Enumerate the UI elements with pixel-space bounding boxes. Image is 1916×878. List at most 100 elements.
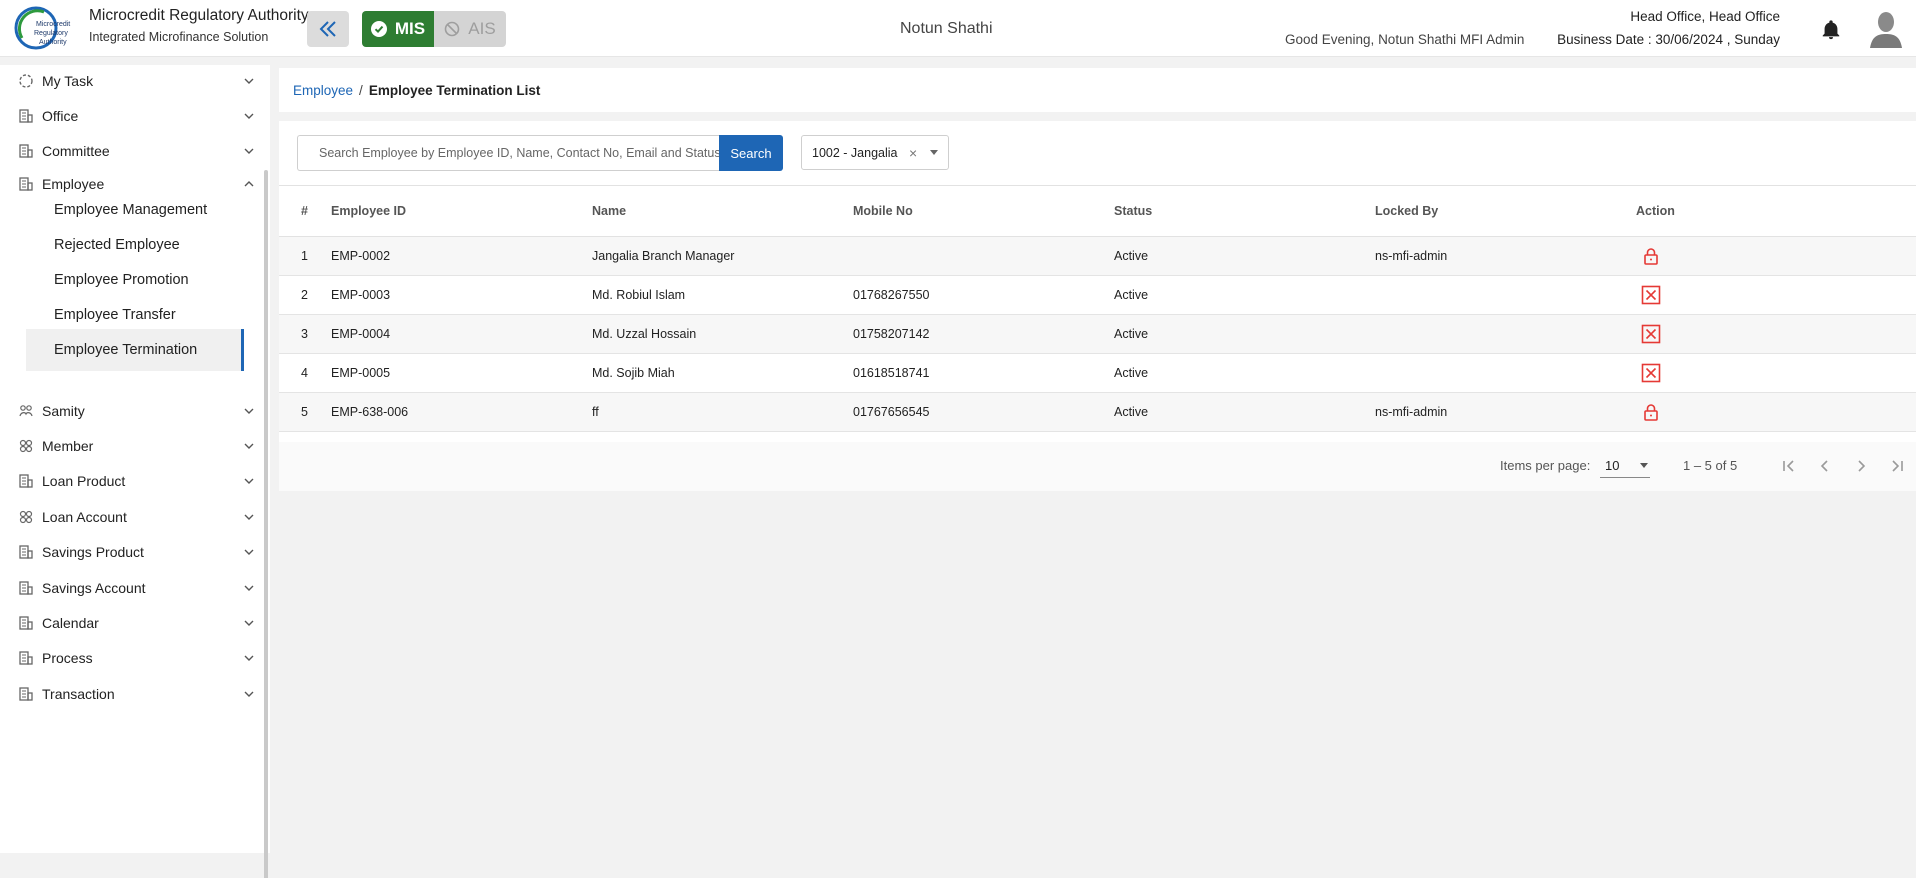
sidebar-scrollbar[interactable]	[264, 170, 268, 878]
check-circle-icon	[370, 21, 387, 37]
sidebar-item-member[interactable]: Member	[0, 429, 262, 463]
chevron-right-icon	[1858, 460, 1866, 472]
termination-list-card: Search 1002 - Jangalia × # Employee ID N…	[279, 121, 1916, 491]
column-header-locked-by: Locked By	[1375, 185, 1636, 237]
loan-product-icon	[19, 474, 33, 488]
business-date: Business Date : 30/06/2024 , Sunday	[1557, 32, 1780, 47]
sidebar-subitem-label: Employee Management	[54, 202, 208, 218]
table-row: 3 EMP-0004 Md. Uzzal Hossain 01758207142 Act…	[279, 314, 1916, 354]
table-row: 2 EMP-0003 Md. Robiul Islam 01768267550 Acti…	[279, 275, 1916, 315]
chevron-down-icon	[244, 478, 254, 484]
table-row: 4 EMP-0005 Md. Sojib Miah 01618518741 Active	[279, 353, 1916, 393]
branch-select[interactable]: 1002 - Jangalia ×	[801, 135, 949, 170]
cell-mobile	[853, 236, 1114, 276]
first-page-button[interactable]	[1777, 454, 1801, 478]
lock-icon[interactable]	[1641, 402, 1661, 422]
sidebar-item-label: Loan Account	[42, 509, 127, 525]
office-name: Head Office, Head Office	[1630, 9, 1780, 24]
ais-mode-button[interactable]: AIS	[434, 11, 506, 47]
chevron-down-icon	[244, 549, 254, 555]
sidebar-item-label: Process	[42, 650, 93, 666]
cell-locked-by	[1375, 314, 1636, 354]
cell-employee-id: EMP-0002	[331, 236, 592, 276]
first-page-icon	[1783, 460, 1794, 472]
cell-mobile: 01618518741	[853, 353, 1114, 393]
cell-name: Jangalia Branch Manager	[592, 236, 853, 276]
sidebar-item-loan-account[interactable]: Loan Account	[0, 500, 262, 534]
sidebar-item-committee[interactable]: Committee	[0, 134, 262, 168]
sidebar-item-office[interactable]: Office	[0, 99, 262, 133]
cell-employee-id: EMP-0005	[331, 353, 592, 393]
double-chevron-left-icon	[319, 21, 336, 37]
office-icon	[19, 109, 33, 123]
mis-label: MIS	[394, 19, 426, 38]
sidebar-item-label: Committee	[42, 143, 110, 159]
sidebar-item-transaction[interactable]: Transaction	[0, 677, 262, 711]
notification-bell-icon[interactable]	[1820, 19, 1842, 41]
sidebar-item-calendar[interactable]: Calendar	[0, 606, 262, 640]
chevron-down-icon	[244, 408, 254, 414]
lock-icon[interactable]	[1641, 246, 1661, 266]
sidebar-item-label: Transaction	[42, 686, 115, 702]
calendar-icon	[19, 616, 33, 630]
sidebar-item-process[interactable]: Process	[0, 641, 262, 675]
table-row: 1 EMP-0002 Jangalia Branch Manager Active ns…	[279, 236, 1916, 276]
breadcrumb-employee-link[interactable]: Employee	[293, 83, 353, 98]
cell-number: 1	[279, 236, 331, 276]
column-header-status: Status	[1114, 185, 1375, 237]
cell-mobile: 01758207142	[853, 314, 1114, 354]
page-size-select[interactable]: 10	[1600, 452, 1650, 478]
terminate-icon[interactable]	[1641, 324, 1661, 344]
page-range-label: 1 – 5 of 5	[1683, 458, 1738, 473]
app-header: Microcredit Regulatory Authority Microcr…	[0, 0, 1916, 57]
column-header-mobile: Mobile No	[853, 185, 1114, 237]
org-subtitle: Integrated Microfinance Solution	[89, 30, 269, 44]
table-header-row: # Employee ID Name Mobile No Status Lock…	[279, 185, 1916, 237]
chevron-down-icon	[244, 585, 254, 591]
sidebar-collapse-button[interactable]	[307, 11, 349, 47]
sidebar-item-label: Samity	[42, 403, 85, 419]
clear-branch-icon[interactable]: ×	[909, 145, 917, 161]
previous-page-button[interactable]	[1813, 454, 1837, 478]
sidebar-item-label: Savings Product	[42, 544, 144, 560]
next-page-button[interactable]	[1849, 454, 1873, 478]
savings-product-icon	[19, 545, 33, 559]
sidebar-subitem-label: Employee Promotion	[54, 272, 189, 288]
chevron-down-icon	[244, 655, 254, 661]
search-button[interactable]: Search	[719, 135, 783, 171]
cell-number: 5	[279, 392, 331, 432]
sidebar-item-savings-product[interactable]: Savings Product	[0, 535, 262, 569]
cell-status: Active	[1114, 275, 1375, 315]
cell-mobile: 01767656545	[853, 392, 1114, 432]
greeting-text: Good Evening, Notun Shathi MFI Admin	[1285, 32, 1525, 47]
breadcrumb: Employee / Employee Termination List	[279, 68, 1916, 112]
cell-employee-id: EMP-638-006	[331, 392, 592, 432]
cell-locked-by	[1375, 275, 1636, 315]
process-icon	[19, 651, 33, 665]
sidebar-item-label: Office	[42, 108, 79, 124]
sidebar-subitem-label: Employee Termination	[54, 342, 198, 358]
terminate-icon[interactable]	[1641, 363, 1661, 383]
sidebar-item-my-task[interactable]: My Task	[0, 64, 262, 98]
cell-employee-id: EMP-0004	[331, 314, 592, 354]
mis-mode-button[interactable]: MIS	[362, 11, 434, 47]
chevron-down-icon	[244, 78, 254, 84]
employee-table: # Employee ID Name Mobile No Status Lock…	[279, 185, 1916, 432]
page-size-value: 10	[1605, 458, 1620, 473]
sidebar-item-label: Loan Product	[42, 473, 126, 489]
sidebar-item-label: Member	[42, 438, 94, 454]
cell-name: Md. Uzzal Hossain	[592, 314, 853, 354]
search-input[interactable]	[298, 136, 719, 170]
sidebar-item-savings-account[interactable]: Savings Account	[0, 571, 262, 605]
sidebar-item-loan-product[interactable]: Loan Product	[0, 464, 262, 498]
svg-text:Authority: Authority	[39, 39, 67, 46]
cell-number: 2	[279, 275, 331, 315]
terminate-icon[interactable]	[1641, 285, 1661, 305]
mode-toggle: MIS AIS	[362, 11, 506, 47]
sidebar-item-samity[interactable]: Samity	[0, 394, 262, 428]
column-header-name: Name	[592, 185, 853, 237]
user-avatar-icon[interactable]	[1870, 10, 1902, 48]
ais-label: AIS	[468, 19, 496, 38]
last-page-button[interactable]	[1885, 454, 1909, 478]
sidebar-subitem-employee-termination[interactable]: Employee Termination	[26, 329, 244, 371]
